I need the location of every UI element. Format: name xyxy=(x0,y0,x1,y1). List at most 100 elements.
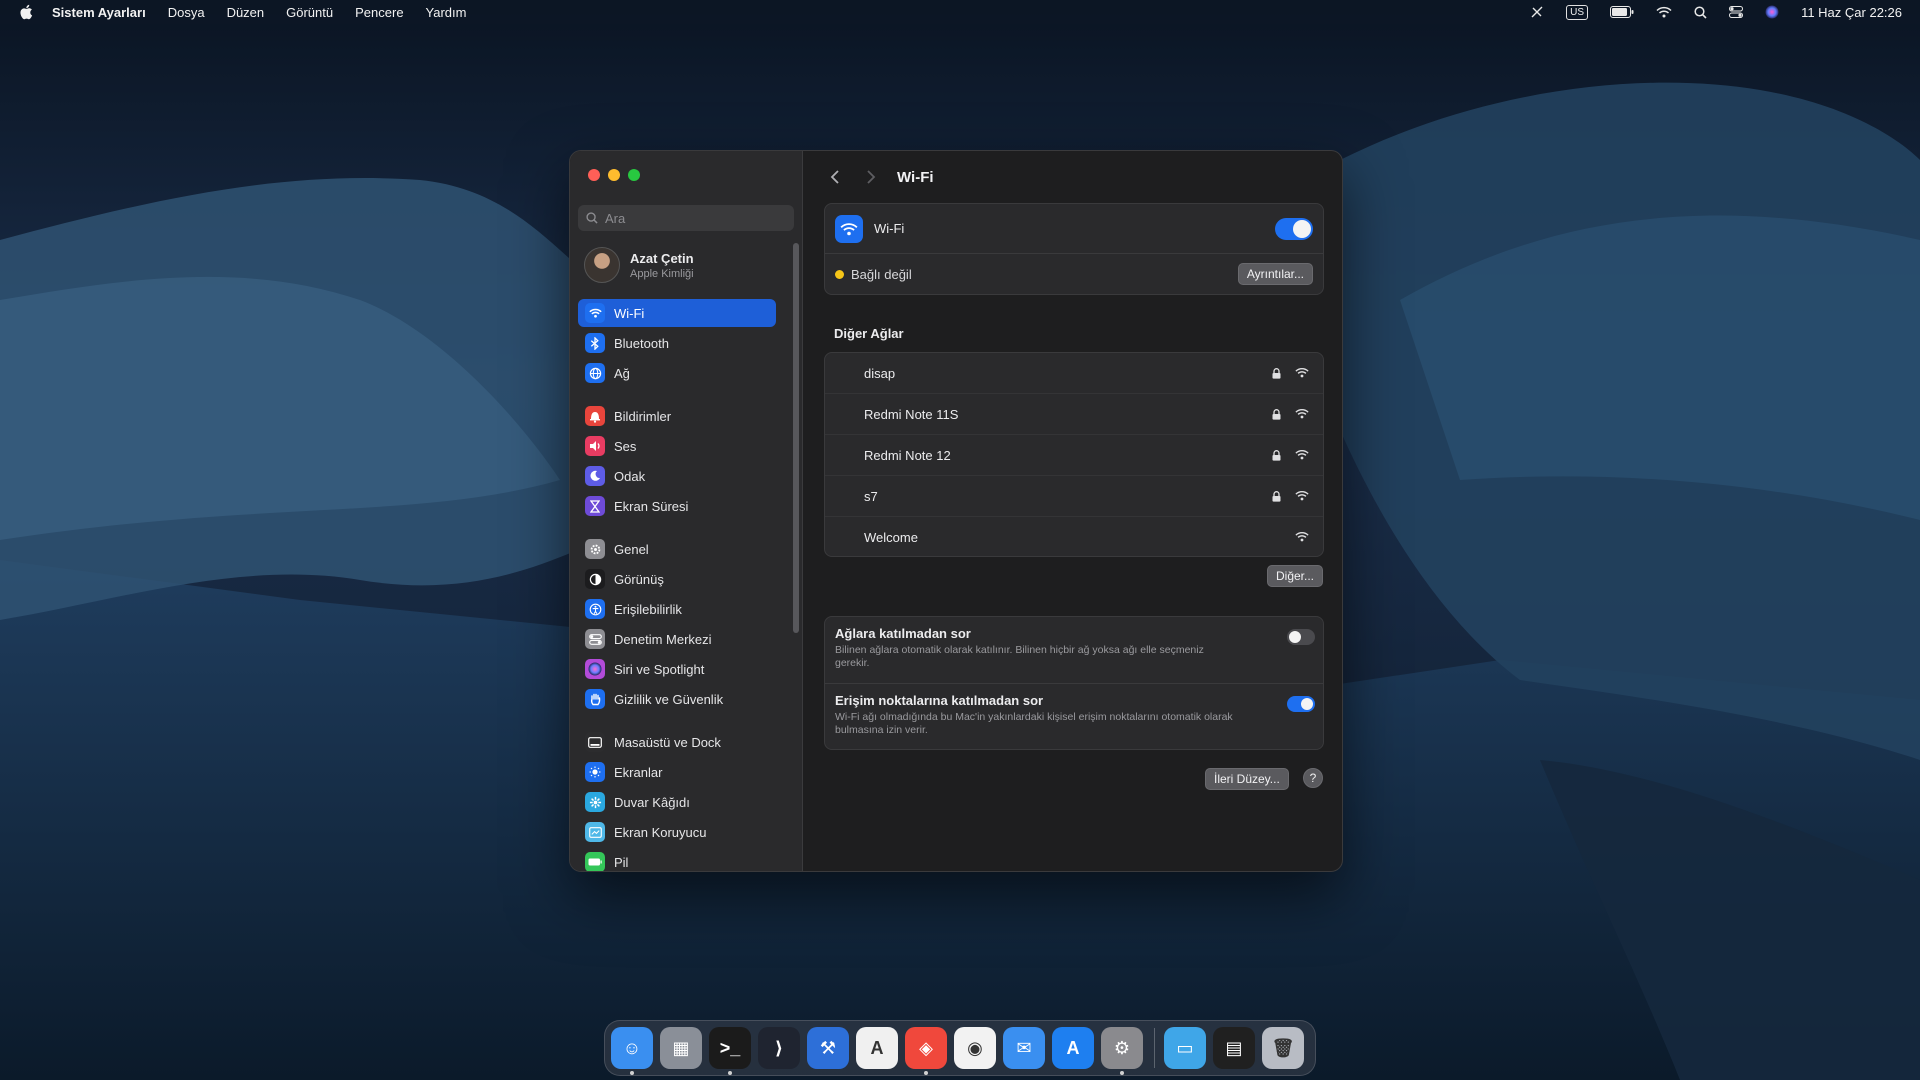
chevron-right-icon xyxy=(867,170,876,184)
network-row[interactable]: disap xyxy=(825,353,1323,394)
wifi-signal-icon xyxy=(1295,530,1309,545)
sidebar-item-erişilebilirlik[interactable]: Erişilebilirlik xyxy=(578,595,776,623)
dock-glyph: ◈ xyxy=(919,1037,933,1058)
sidebar-item-genel[interactable]: Genel xyxy=(578,535,776,563)
input-source-indicator[interactable]: US xyxy=(1566,4,1589,20)
sidebar-item-label: Denetim Merkezi xyxy=(614,631,712,647)
sidebar-item-ekranlar[interactable]: Ekranlar xyxy=(578,758,776,786)
sidebar-item-odak[interactable]: Odak xyxy=(578,462,776,490)
network-row[interactable]: s7 xyxy=(825,476,1323,517)
dock-app-store-icon[interactable]: A xyxy=(1052,1027,1094,1069)
other-networks-title: Diğer Ağlar xyxy=(834,326,904,341)
sidebar-item-bluetooth[interactable]: Bluetooth xyxy=(578,329,776,357)
siri-icon[interactable] xyxy=(1765,5,1779,19)
profile-name: Azat Çetin xyxy=(630,250,694,266)
minimize-button[interactable] xyxy=(608,169,620,181)
spotlight-search-icon[interactable] xyxy=(1694,5,1707,19)
dock-launchpad-icon[interactable]: ▦ xyxy=(660,1027,702,1069)
sidebar-item-bildirimler[interactable]: Bildirimler xyxy=(578,402,776,430)
forward-button[interactable] xyxy=(859,165,883,189)
wifi-icon xyxy=(585,303,605,323)
page-title: Wi-Fi xyxy=(897,168,934,186)
network-row[interactable]: Redmi Note 12 xyxy=(825,435,1323,476)
sidebar-item-label: Bluetooth xyxy=(614,335,669,351)
pen-slash-icon[interactable] xyxy=(1530,5,1544,19)
sidebar-item-label: Gizlilik ve Güvenlik xyxy=(614,691,724,707)
dock-glyph: ▭ xyxy=(1176,1037,1194,1058)
control-center-icon xyxy=(585,629,605,649)
sidebar-item-masaüstü-ve-dock[interactable]: Masaüstü ve Dock xyxy=(578,728,776,756)
dock-downloads-folder-icon[interactable]: ▭ xyxy=(1164,1027,1206,1069)
dock-icon xyxy=(585,732,605,752)
help-button[interactable]: ? xyxy=(1303,768,1323,788)
dock-instruments-icon[interactable]: A xyxy=(856,1027,898,1069)
sidebar-item-wi-fi[interactable]: Wi-Fi xyxy=(578,299,776,327)
moon-icon xyxy=(585,466,605,486)
profile-subtitle: Apple Kimliği xyxy=(630,267,694,280)
zoom-button[interactable] xyxy=(628,169,640,181)
dock-mail-icon[interactable]: ✉ xyxy=(1003,1027,1045,1069)
sidebar-item-gizlilik-ve-güvenlik[interactable]: Gizlilik ve Güvenlik xyxy=(578,685,776,713)
network-row[interactable]: Welcome xyxy=(825,517,1323,558)
sidebar-item-label: Wi-Fi xyxy=(614,305,645,321)
wifi-status-icon[interactable] xyxy=(1656,6,1672,18)
option-title: Ağlara katılmadan sor xyxy=(835,626,971,641)
sidebar-item-görünüş[interactable]: Görünüş xyxy=(578,565,776,593)
wifi-signal-icon xyxy=(1295,448,1309,463)
menu-pencere[interactable]: Pencere xyxy=(355,5,403,20)
menu-dosya[interactable]: Dosya xyxy=(168,5,205,20)
sidebar-item-label: Erişilebilirlik xyxy=(614,601,682,617)
advanced-button[interactable]: İleri Düzey... xyxy=(1205,768,1289,790)
speaker-icon xyxy=(585,436,605,456)
dock-finder-icon[interactable]: ☺ xyxy=(611,1027,653,1075)
sidebar-group-spacer xyxy=(578,389,776,402)
dock-system-settings-icon[interactable]: ⚙ xyxy=(1101,1027,1143,1075)
wifi-pane: Wi-Fi Wi-Fi Bağlı değil Ayrıntılar... Di… xyxy=(803,151,1342,871)
sidebar-item-ses[interactable]: Ses xyxy=(578,432,776,460)
close-button[interactable] xyxy=(588,169,600,181)
sidebar-item-ekran-süresi[interactable]: Ekran Süresi xyxy=(578,492,776,520)
networks-list: disap Redmi Note 11S Redmi Note 12 s7 Welcom… xyxy=(824,352,1324,557)
menu-goruntu[interactable]: Görüntü xyxy=(286,5,333,20)
dock-screenshot-stack-icon[interactable]: ▤ xyxy=(1213,1027,1255,1069)
control-center-icon[interactable] xyxy=(1729,6,1744,18)
wifi-toggle[interactable] xyxy=(1275,217,1313,240)
menu-app-name[interactable]: Sistem Ayarları xyxy=(52,5,146,20)
battery-icon[interactable] xyxy=(1610,6,1634,18)
sidebar-item-denetim-merkezi[interactable]: Denetim Merkezi xyxy=(578,625,776,653)
back-button[interactable] xyxy=(823,165,847,189)
sidebar-scrollbar[interactable] xyxy=(793,243,799,633)
appearance-icon xyxy=(585,569,605,589)
ask-join-networks-toggle[interactable] xyxy=(1287,629,1315,645)
connection-status: Bağlı değil xyxy=(851,266,912,282)
sidebar-item-duvar-kâğıdı[interactable]: Duvar Kâğıdı xyxy=(578,788,776,816)
sidebar-item-label: Ses xyxy=(614,438,637,454)
sidebar-item-label: Odak xyxy=(614,468,646,484)
network-row[interactable]: Redmi Note 11S xyxy=(825,394,1323,435)
menu-duzen[interactable]: Düzen xyxy=(227,5,265,20)
sidebar-item-siri-ve-spotlight[interactable]: Siri ve Spotlight xyxy=(578,655,776,683)
search-field[interactable]: Ara xyxy=(578,205,794,231)
sidebar-nav: Wi-Fi Bluetooth Ağ Bildirimler Ses Odak Ekran … xyxy=(578,299,776,871)
dock-trash-icon[interactable]: 🗑 xyxy=(1262,1027,1304,1069)
sidebar-item-ekran-koruyucu[interactable]: Ekran Koruyucu xyxy=(578,818,776,846)
sidebar-item-label: Ekranlar xyxy=(614,764,663,780)
details-button[interactable]: Ayrıntılar... xyxy=(1237,263,1313,285)
dock-terminal-icon[interactable]: >_ xyxy=(709,1027,751,1075)
dock-glyph: ⚒ xyxy=(819,1037,837,1058)
ask-join-hotspots-toggle[interactable] xyxy=(1287,696,1315,712)
sidebar-item-ağ[interactable]: Ağ xyxy=(578,359,776,387)
running-indicator xyxy=(1120,1071,1124,1075)
apple-id-profile[interactable]: Azat Çetin Apple Kimliği xyxy=(584,247,694,283)
menubar-clock[interactable]: 11 Haz Çar 22:26 xyxy=(1801,5,1902,20)
dock-brave-icon[interactable]: ◈ xyxy=(905,1027,947,1075)
apple-menu-icon[interactable] xyxy=(18,3,36,21)
sidebar-item-label: Pil xyxy=(614,854,629,870)
dock-chrome-icon[interactable]: ◉ xyxy=(954,1027,996,1069)
wifi-signal-icon xyxy=(1295,407,1309,422)
sidebar-item-pil[interactable]: Pil xyxy=(578,848,776,871)
menu-yardim[interactable]: Yardım xyxy=(426,5,467,20)
other-network-button[interactable]: Diğer... xyxy=(1267,565,1324,587)
dock-vscode-icon[interactable]: ⟩ xyxy=(758,1027,800,1069)
dock-xcode-icon[interactable]: ⚒ xyxy=(807,1027,849,1069)
